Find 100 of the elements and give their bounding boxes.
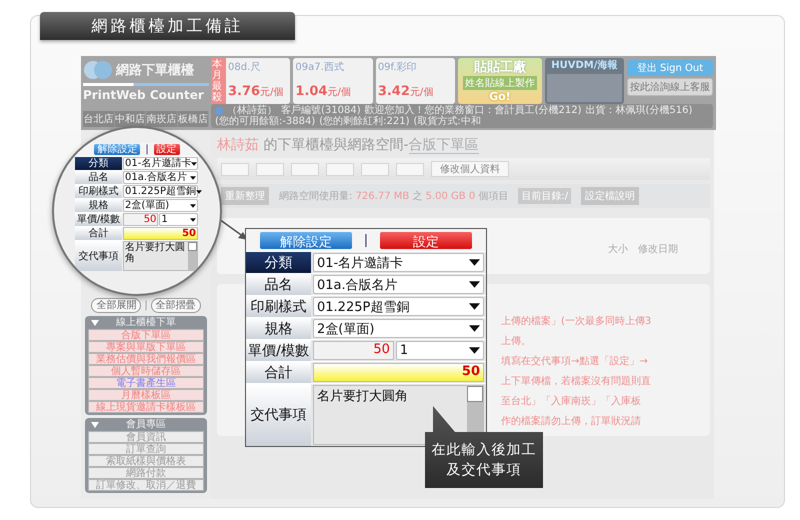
caret-icon bbox=[191, 162, 198, 166]
menu-item[interactable]: 業務估價與我們報價區 bbox=[88, 353, 204, 365]
caret-icon bbox=[469, 303, 480, 310]
field-label: 單價/模數 bbox=[75, 213, 122, 226]
settings-help-button[interactable]: 設定檔說明 bbox=[581, 187, 640, 205]
menu-section-header[interactable]: 會員專區 bbox=[88, 418, 204, 431]
menu-item[interactable]: 月曆樣板區 bbox=[88, 389, 204, 401]
field-label: 合計 bbox=[246, 362, 311, 383]
menu-item[interactable]: 個人暫時儲存區 bbox=[88, 365, 204, 377]
notice-text: 出貨：林佩琪(分機516) bbox=[586, 105, 692, 116]
store-button[interactable]: 台北店 bbox=[83, 111, 114, 127]
store-button[interactable]: 中和店 bbox=[114, 111, 146, 127]
notice-text: (您的剩餘紅利:221) bbox=[319, 116, 410, 127]
promo-ad[interactable]: 貼貼工廠 姓名貼線上製作 Go! bbox=[458, 58, 542, 104]
poster-ad[interactable]: HUVDM/海報 bbox=[544, 58, 624, 104]
ad-price: 3.42 bbox=[378, 84, 410, 99]
field-label: 印刷樣式 bbox=[246, 296, 311, 317]
notice-text: (您的可用餘額:-3884) bbox=[215, 116, 316, 127]
menu-item[interactable]: 網路付款 bbox=[88, 467, 204, 479]
caret-icon bbox=[469, 281, 480, 288]
field-label: 規格 bbox=[75, 199, 122, 212]
store-button[interactable]: 板橋店 bbox=[178, 111, 209, 127]
toolbar-button[interactable] bbox=[221, 162, 249, 176]
instruction-text: 上傳的檔案」(一次最多同時上傳3 bbox=[501, 314, 652, 328]
ad-product-name: 08d.尺 bbox=[228, 61, 262, 74]
separator-text: | bbox=[144, 300, 148, 311]
ad-price-unit: 元/個 bbox=[327, 87, 351, 98]
notice-text: 客戶編號(31084) bbox=[281, 105, 361, 116]
notice-text: （林詩茹） bbox=[227, 105, 277, 116]
menu-item[interactable]: 索取紙樣與價格表 bbox=[88, 455, 204, 467]
menu-item[interactable]: 訂單修改、取消／退費 bbox=[88, 479, 204, 491]
field-label: 印刷樣式 bbox=[75, 185, 122, 198]
field-label: 規格 bbox=[246, 318, 311, 339]
store-button[interactable]: 南崁店 bbox=[146, 111, 178, 127]
column-header[interactable]: 修改日期 bbox=[638, 242, 678, 256]
field-label: 合計 bbox=[75, 227, 122, 240]
quantity-dropdown[interactable]: 1 bbox=[159, 213, 198, 226]
menu-item[interactable]: 線上現貨邀請卡樣板區 bbox=[88, 401, 204, 413]
caret-icon bbox=[469, 347, 480, 354]
instruction-text: 填寫在交代事項→點選「設定」→ bbox=[501, 354, 649, 368]
scrollbar[interactable] bbox=[188, 242, 197, 270]
menu-item[interactable]: 合版下單區 bbox=[88, 329, 204, 341]
product-ad[interactable]: 09a7.西式 1.04元/個 bbox=[293, 58, 373, 104]
ad-price: 1.04 bbox=[295, 84, 328, 99]
field-label: 交代事項 bbox=[246, 384, 311, 446]
expand-all-button[interactable]: 全部展開 bbox=[91, 298, 142, 313]
menu-item[interactable]: 會員資訊 bbox=[88, 431, 204, 443]
menu-item[interactable]: 電子書產生區 bbox=[88, 377, 204, 389]
clear-settings-button[interactable]: 解除設定 bbox=[94, 144, 140, 155]
ad-price: 3.76 bbox=[228, 84, 260, 99]
set-button[interactable]: 設定 bbox=[380, 232, 472, 248]
instruction-text: 上下單傳檔，若檔案沒有問題則直 bbox=[501, 374, 652, 388]
ad-subtitle: 姓名貼線上製作 bbox=[462, 76, 537, 90]
logo-icon bbox=[83, 59, 113, 81]
total-field: 50 bbox=[313, 363, 484, 382]
price-field[interactable]: 50 bbox=[123, 213, 158, 226]
ad-title: 貼貼工廠 bbox=[474, 58, 526, 76]
menu-item[interactable]: 訂單查詢 bbox=[88, 443, 204, 455]
toolbar-button[interactable] bbox=[291, 162, 319, 176]
toolbar-button[interactable] bbox=[326, 162, 354, 176]
field-label: 單價/模數 bbox=[246, 340, 311, 361]
dropdown-select[interactable]: 01-名片邀請卡 bbox=[313, 253, 484, 272]
support-button[interactable]: 按此洽詢線上客服 bbox=[627, 78, 713, 96]
toolbar-button[interactable] bbox=[256, 162, 284, 176]
quantity-dropdown[interactable]: 1 bbox=[396, 341, 484, 360]
field-label: 品名 bbox=[75, 171, 122, 184]
caret-icon bbox=[190, 204, 196, 208]
separator-text: | bbox=[364, 232, 368, 248]
caret-icon bbox=[190, 176, 196, 180]
ad-price-unit: 元/個 bbox=[260, 87, 284, 98]
dropdown-select[interactable]: 01.225P超雪銅 bbox=[313, 297, 484, 316]
field-label: 分類 bbox=[75, 157, 122, 170]
instruction-text: 上傳。 bbox=[501, 334, 532, 348]
toolbar-button[interactable] bbox=[396, 162, 424, 176]
bullet-icon bbox=[215, 106, 223, 114]
separator-text: | bbox=[145, 144, 149, 155]
product-ad[interactable]: 09f.彩印 3.42元/個 bbox=[376, 58, 456, 104]
ad-cta: Go! bbox=[489, 90, 511, 103]
dropdown-select[interactable]: 2盒(單面) bbox=[313, 319, 484, 338]
refresh-button[interactable]: 重新整理 bbox=[221, 187, 269, 205]
ad-product-name: 09a7.西式 bbox=[295, 60, 345, 74]
price-field[interactable]: 50 bbox=[313, 341, 394, 360]
set-button[interactable]: 設定 bbox=[154, 144, 180, 155]
field-label: 品名 bbox=[246, 274, 311, 295]
ad-product-name: 09f.彩印 bbox=[378, 60, 418, 74]
dropdown-select[interactable]: 01a.合版名片 bbox=[313, 275, 484, 294]
column-header[interactable]: 大小 bbox=[608, 242, 628, 256]
toolbar-button[interactable] bbox=[361, 162, 389, 176]
ad-price-unit: 元/個 bbox=[410, 87, 434, 98]
caret-icon bbox=[469, 325, 480, 332]
collapse-all-button[interactable]: 全部摺疊 bbox=[150, 298, 201, 313]
caret-icon bbox=[190, 218, 196, 222]
clear-settings-button[interactable]: 解除設定 bbox=[260, 232, 352, 248]
menu-section-header[interactable]: 線上櫃檯下單 bbox=[88, 316, 204, 329]
sign-out-button[interactable]: 登出 Sign Out bbox=[627, 60, 713, 76]
dropdown-select[interactable]: 01a.合版名片 bbox=[123, 171, 198, 184]
dropdown-select[interactable]: 01-名片邀請卡 bbox=[123, 157, 198, 170]
dropdown-select[interactable]: 2盒(單面) bbox=[123, 199, 198, 212]
edit-profile-button[interactable]: 修改個人資料 bbox=[431, 161, 509, 177]
menu-item[interactable]: 專案與單版下單區 bbox=[88, 341, 204, 353]
